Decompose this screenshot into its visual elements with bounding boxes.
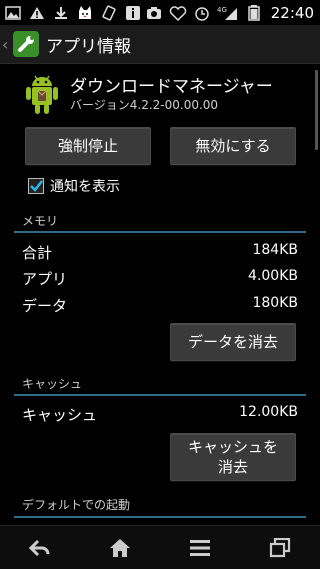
row-label: アプリ (22, 270, 68, 288)
memory-row-total: 合計 184KB (22, 242, 298, 263)
action-bar: ‹ アプリ情報 (0, 25, 320, 64)
recent-apps-icon[interactable] (265, 533, 295, 563)
info-icon (124, 5, 142, 21)
status-bar: 4G 22:40 (0, 0, 320, 25)
camera-icon (145, 5, 163, 21)
alarm-icon (193, 5, 211, 21)
show-notifications-row[interactable]: 通知を表示 (28, 176, 120, 196)
network-label: 4G (217, 6, 227, 14)
system-icons: 4G 22:40 (145, 4, 320, 22)
section-divider (14, 516, 306, 518)
force-stop-button[interactable]: 強制停止 (25, 127, 151, 165)
clear-cache-button[interactable]: キャッシュを 消去 (170, 433, 296, 481)
show-notifications-checkbox[interactable] (28, 178, 44, 194)
clear-cache-label-line2: 消去 (217, 458, 248, 476)
clear-cache-label-line1: キャッシュを (187, 438, 278, 456)
row-value: 12.00KB (239, 404, 298, 420)
scrollbar[interactable] (315, 70, 318, 150)
section-divider (14, 231, 306, 233)
app-name: ダウンロードマネージャー (70, 77, 273, 97)
app-header: ダウンロードマネージャー バージョン4.2.2-00.00.00 (22, 72, 312, 122)
back-icon[interactable] (25, 533, 55, 563)
download-icon (52, 5, 70, 21)
cache-section-title: キャッシュ (22, 377, 83, 391)
android-icon (22, 72, 62, 116)
app-version: バージョン4.2.2-00.00.00 (70, 98, 219, 112)
memory-section-title: メモリ (22, 214, 59, 228)
cat-app-icon (76, 5, 94, 21)
memory-row-data: データ 180KB (22, 295, 298, 316)
notification-icons (0, 4, 142, 21)
clear-data-button[interactable]: データを消去 (170, 323, 296, 361)
image-icon (4, 5, 22, 21)
up-navigation-caret[interactable]: ‹ (2, 35, 10, 54)
wrench-icon[interactable] (12, 30, 40, 58)
section-divider (14, 394, 306, 396)
disable-button[interactable]: 無効にする (170, 127, 296, 165)
clock: 22:40 (270, 3, 314, 22)
row-label: データ (22, 297, 68, 315)
row-label: キャッシュ (22, 406, 98, 424)
navigation-bar (0, 525, 320, 569)
signal-4g-icon: 4G (217, 5, 239, 21)
memory-row-app: アプリ 4.00KB (22, 268, 298, 289)
defaults-section-title: デフォルトでの起動 (22, 498, 131, 512)
show-notifications-label: 通知を表示 (50, 179, 120, 195)
rotate-icon (100, 4, 118, 21)
battery-icon (245, 4, 263, 21)
row-value: 184KB (252, 242, 298, 258)
warning-icon (28, 5, 46, 21)
row-value: 180KB (252, 295, 298, 311)
row-value: 4.00KB (248, 268, 298, 284)
home-icon[interactable] (105, 533, 135, 563)
menu-icon[interactable] (185, 533, 215, 563)
page-title: アプリ情報 (46, 36, 131, 57)
heart-icon (169, 5, 187, 21)
cache-row: キャッシュ 12.00KB (22, 404, 298, 425)
row-label: 合計 (22, 244, 53, 262)
